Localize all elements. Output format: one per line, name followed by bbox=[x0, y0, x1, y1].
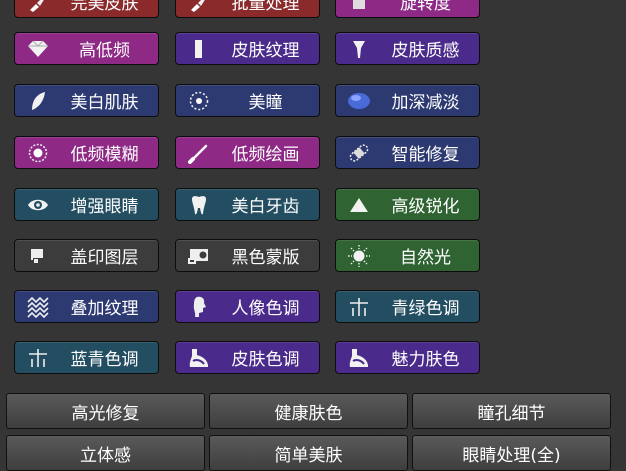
tool-button[interactable]: 蓝青色调 bbox=[14, 341, 159, 374]
tool-button[interactable]: 盖印图层 bbox=[14, 239, 159, 272]
square-icon bbox=[346, 0, 372, 14]
action-bar-button[interactable]: 眼睛处理(全) bbox=[412, 435, 611, 471]
tool-button[interactable]: 加深减淡 bbox=[335, 84, 480, 117]
tool-button[interactable]: 美白牙齿 bbox=[175, 188, 320, 221]
tool-button[interactable]: 旋转度 bbox=[335, 0, 480, 18]
crosshair-icon bbox=[346, 295, 372, 319]
slash-brush-icon bbox=[186, 141, 212, 165]
tool-button[interactable]: 皮肤质感 bbox=[335, 32, 480, 65]
tool-button-label: 美瞳 bbox=[248, 93, 283, 113]
action-bar-button[interactable]: 立体感 bbox=[6, 435, 205, 471]
tool-button-label: 增强眼睛 bbox=[70, 197, 139, 217]
tool-button[interactable]: 低频模糊 bbox=[14, 136, 159, 169]
tool-button[interactable]: 高级锐化 bbox=[335, 188, 480, 221]
tool-button-label: 皮肤纹理 bbox=[231, 41, 300, 61]
tool-button[interactable]: 批量处理 bbox=[175, 0, 320, 18]
portrait-icon bbox=[186, 295, 212, 319]
diamond-icon bbox=[25, 37, 51, 61]
stamp-icon bbox=[25, 244, 51, 268]
brush-icon bbox=[186, 0, 212, 14]
tool-button-label: 高级锐化 bbox=[391, 197, 460, 217]
eye-icon bbox=[25, 193, 51, 217]
tool-button[interactable]: 完美皮肤 bbox=[14, 0, 159, 18]
action-bar-button[interactable]: 简单美肤 bbox=[209, 435, 408, 471]
tool-button[interactable]: 皮肤色调 bbox=[175, 341, 320, 374]
tool-button-label: 青绿色调 bbox=[391, 299, 460, 319]
ring-icon bbox=[25, 141, 51, 165]
action-bar-button[interactable]: 瞳孔细节 bbox=[412, 393, 611, 429]
tool-button-label: 自然光 bbox=[400, 248, 451, 268]
tool-button[interactable]: 高低频 bbox=[14, 32, 159, 65]
tool-button[interactable]: 美瞳 bbox=[175, 84, 320, 117]
tool-button[interactable]: 青绿色调 bbox=[335, 290, 480, 323]
tool-button-label: 蓝青色调 bbox=[70, 350, 139, 370]
tool-button-label: 黑色蒙版 bbox=[231, 248, 300, 268]
tool-button[interactable]: 叠加纹理 bbox=[14, 290, 159, 323]
pin-icon bbox=[346, 37, 372, 61]
texture-icon bbox=[25, 295, 51, 319]
tool-button-label: 加深减淡 bbox=[391, 93, 460, 113]
tool-button-label: 旋转度 bbox=[400, 0, 451, 14]
tool-button-label: 智能修复 bbox=[391, 145, 460, 165]
dotted-circle-icon bbox=[186, 89, 212, 113]
tool-button-label: 低频模糊 bbox=[70, 145, 139, 165]
blob-icon bbox=[346, 89, 372, 113]
tool-button-label: 魅力肤色 bbox=[391, 350, 460, 370]
crosshair-icon bbox=[25, 346, 51, 370]
tool-button-label: 美白肌肤 bbox=[70, 93, 139, 113]
bar-icon bbox=[186, 37, 212, 61]
tool-button-label: 低频绘画 bbox=[231, 145, 300, 165]
tool-button[interactable]: 自然光 bbox=[335, 239, 480, 272]
brush-icon bbox=[25, 0, 51, 14]
tool-button-label: 人像色调 bbox=[231, 299, 300, 319]
tool-button-label: 美白牙齿 bbox=[231, 197, 300, 217]
skin-icon bbox=[186, 346, 212, 370]
tool-button-label: 皮肤质感 bbox=[391, 41, 460, 61]
tool-button-label: 皮肤色调 bbox=[231, 350, 300, 370]
action-bar-button[interactable]: 高光修复 bbox=[6, 393, 205, 429]
action-bar-button[interactable]: 健康肤色 bbox=[209, 393, 408, 429]
tooth-icon bbox=[186, 193, 212, 217]
tool-button[interactable]: 魅力肤色 bbox=[335, 341, 480, 374]
tool-button-label: 盖印图层 bbox=[70, 248, 139, 268]
tool-button[interactable]: 美白肌肤 bbox=[14, 84, 159, 117]
skin-icon bbox=[346, 346, 372, 370]
triangle-icon bbox=[346, 193, 372, 217]
tool-button-label: 批量处理 bbox=[231, 0, 300, 14]
bandage-icon bbox=[346, 141, 372, 165]
tool-button[interactable]: 低频绘画 bbox=[175, 136, 320, 169]
sun-icon bbox=[346, 244, 372, 268]
tool-button[interactable]: 增强眼睛 bbox=[14, 188, 159, 221]
tool-button-label: 完美皮肤 bbox=[70, 0, 139, 14]
tool-button-label: 高低频 bbox=[79, 41, 130, 61]
tool-button-label: 叠加纹理 bbox=[70, 299, 139, 319]
tool-button[interactable]: 黑色蒙版 bbox=[175, 239, 320, 272]
mask-icon bbox=[186, 244, 212, 268]
tool-button[interactable]: 人像色调 bbox=[175, 290, 320, 323]
leaf-icon bbox=[25, 89, 51, 113]
tool-button[interactable]: 智能修复 bbox=[335, 136, 480, 169]
tool-button[interactable]: 皮肤纹理 bbox=[175, 32, 320, 65]
